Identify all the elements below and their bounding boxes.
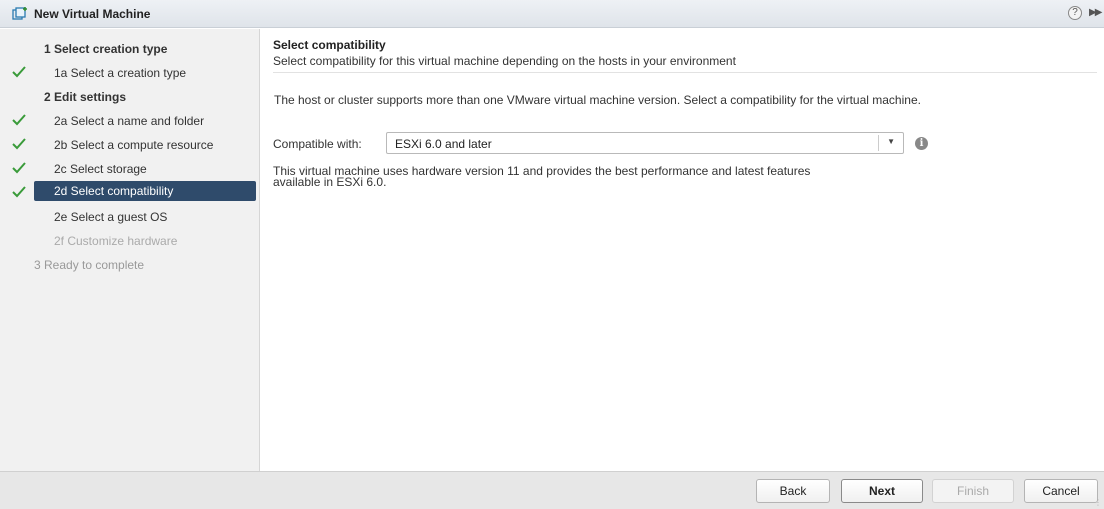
expand-icon[interactable]: ▶▶	[1089, 7, 1102, 18]
check-icon	[12, 66, 26, 78]
step-label: 3 Ready to complete	[34, 258, 145, 272]
compatibility-select[interactable]: ESXi 6.0 and later ▼	[386, 132, 904, 154]
cancel-button[interactable]: Cancel	[1024, 479, 1098, 503]
info-icon[interactable]: i	[915, 137, 928, 150]
step-label: 1 Select creation type	[44, 42, 168, 56]
compatibility-select-value: ESXi 6.0 and later	[395, 137, 492, 151]
back-button[interactable]: Back	[756, 479, 830, 503]
step-label: 2 Edit settings	[44, 90, 127, 104]
new-vm-wizard: New Virtual Machine ? ▶▶ 1 Select creati…	[0, 0, 1104, 509]
help-icon[interactable]: ?	[1068, 6, 1082, 20]
step-select-guest-os[interactable]: 2e Select a guest OS	[0, 206, 259, 228]
finish-button: Finish	[932, 479, 1014, 503]
check-icon	[12, 138, 26, 150]
step-label: 2d Select compatibility	[34, 181, 256, 201]
step-label: 2e Select a guest OS	[54, 210, 168, 224]
description-line: available in ESXi 6.0.	[273, 175, 387, 189]
chevron-down-icon[interactable]: ▼	[887, 137, 895, 146]
intro-text: The host or cluster supports more than o…	[274, 93, 921, 107]
step-label: 2f Customize hardware	[54, 234, 178, 248]
step-select-storage[interactable]: 2c Select storage	[0, 158, 259, 180]
select-separator	[878, 135, 879, 151]
check-icon	[12, 186, 26, 198]
check-icon	[12, 162, 26, 174]
page-title: Select compatibility	[273, 38, 386, 52]
step-select-compatibility[interactable]: 2d Select compatibility	[0, 181, 259, 203]
step-select-a-creation-type[interactable]: 1a Select a creation type	[0, 62, 259, 84]
step-label: 2c Select storage	[54, 162, 147, 176]
step-label: 1a Select a creation type	[54, 66, 187, 80]
resize-grip-icon[interactable]: ⋮	[1094, 498, 1102, 507]
window-title: New Virtual Machine	[34, 7, 151, 21]
wizard-footer: Back Next Finish Cancel ⋮	[0, 471, 1104, 509]
page-subtitle: Select compatibility for this virtual ma…	[273, 54, 736, 68]
main-panel: Select compatibility Select compatibilit…	[261, 29, 1104, 471]
title-bar: New Virtual Machine ? ▶▶	[0, 0, 1104, 28]
step-select-name-and-folder[interactable]: 2a Select a name and folder	[0, 110, 259, 132]
step-label: 2b Select a compute resource	[54, 138, 214, 152]
step-ready-to-complete: 3 Ready to complete	[0, 254, 259, 276]
step-customize-hardware: 2f Customize hardware	[0, 230, 259, 252]
vm-new-icon	[12, 7, 27, 20]
divider	[273, 72, 1097, 73]
step-select-creation-type[interactable]: 1 Select creation type	[0, 38, 259, 60]
next-button[interactable]: Next	[841, 479, 923, 503]
check-icon	[12, 114, 26, 126]
step-edit-settings[interactable]: 2 Edit settings	[0, 86, 259, 108]
wizard-steps-sidebar: 1 Select creation type 1a Select a creat…	[0, 29, 260, 471]
compatibility-label: Compatible with:	[273, 137, 362, 151]
step-label: 2a Select a name and folder	[54, 114, 205, 128]
compatibility-description: This virtual machine uses hardware versi…	[273, 165, 933, 189]
step-select-compute-resource[interactable]: 2b Select a compute resource	[0, 134, 259, 156]
